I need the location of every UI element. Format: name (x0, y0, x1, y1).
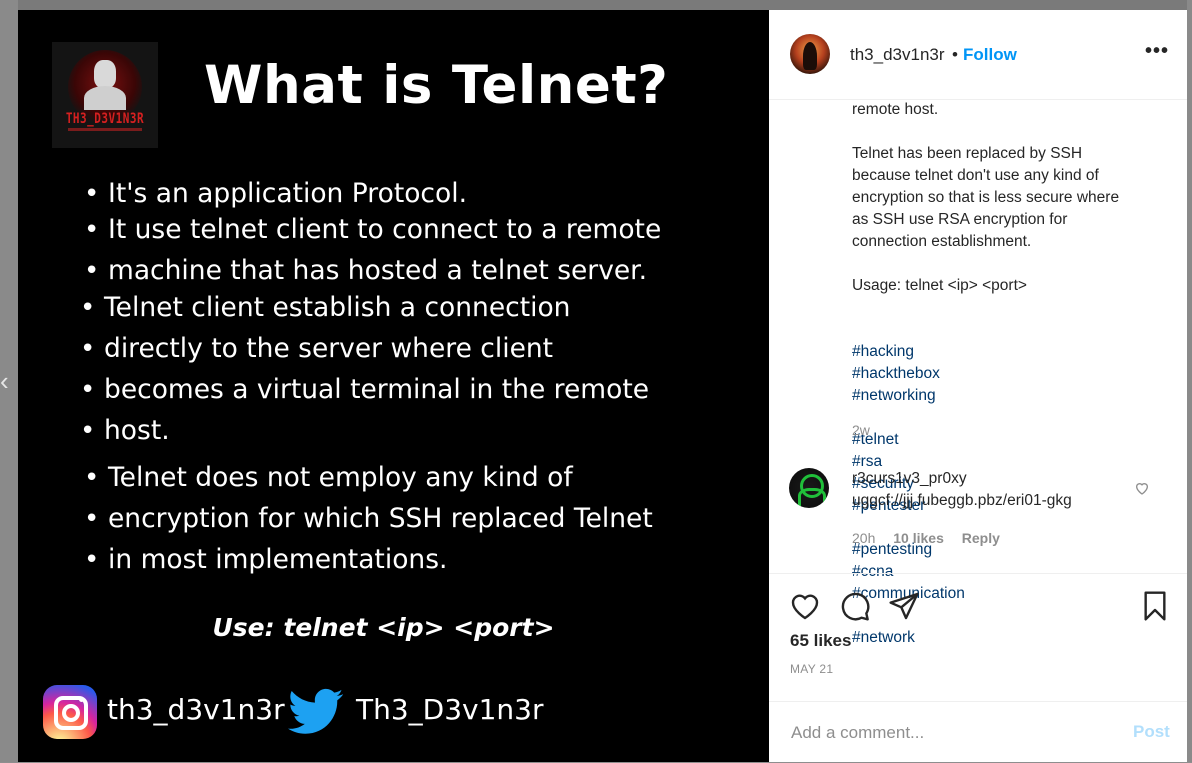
post-image: TH3_D3V1N3R What is Telnet? It's an appl… (18, 10, 769, 762)
caption-paragraph: Telnet has been replaced by SSH because … (852, 145, 1120, 250)
caption-age[interactable]: 2w (852, 422, 870, 438)
post-caption: remote host. Telnet has been replaced by… (852, 99, 1167, 649)
logo-underline (68, 128, 142, 131)
hashtag-link[interactable]: #network (852, 629, 915, 646)
twitter-handle: Th3_D3v1n3r (356, 693, 544, 726)
header-separator: • (952, 45, 958, 64)
bullet-item: becomes a virtual terminal in the remote (80, 373, 649, 407)
logo-hooded-head (94, 60, 116, 88)
comment-likes[interactable]: 10 likes (893, 530, 944, 546)
instagram-handle: th3_d3v1n3r (107, 693, 285, 726)
logo-text: TH3_D3V1N3R (65, 110, 145, 127)
bullet-item: machine that has hosted a telnet server. (84, 254, 647, 288)
share-paper-plane-icon[interactable] (888, 590, 920, 622)
save-bookmark-icon[interactable] (1139, 590, 1171, 622)
commenter-avatar[interactable] (789, 468, 829, 508)
more-options-icon[interactable]: ••• (1145, 40, 1169, 63)
twitter-bird-icon (288, 688, 344, 734)
caption-usage: Usage: telnet <ip> <port> (852, 277, 1027, 294)
bullet-item: in most implementations. (84, 543, 447, 577)
comment-age: 20h (852, 530, 876, 546)
hashtag-link[interactable]: #rsa (852, 453, 882, 470)
background-top-strip (0, 0, 1192, 10)
bullet-item: encryption for which SSH replaced Telnet (84, 502, 653, 536)
bullet-item: directly to the server where client (80, 332, 553, 366)
caption-line: remote host. (852, 101, 939, 118)
post-comment-button[interactable]: Post (1133, 722, 1170, 742)
bullet-item: It's an application Protocol. (84, 177, 467, 211)
post-header: th3_d3v1n3r • Follow ••• (769, 10, 1187, 100)
bullet-item: It use telnet client to connect to a rem… (84, 213, 661, 247)
comment-meta: 20h 10 likes Reply (852, 530, 1014, 546)
likes-count[interactable]: 65 likes (790, 631, 851, 651)
add-comment-input[interactable] (789, 718, 1113, 748)
comment-reply-button[interactable]: Reply (962, 530, 1000, 546)
hashtag-link[interactable]: #hackthebox (852, 365, 940, 382)
hashtag-link[interactable]: #hacking (852, 343, 914, 360)
like-heart-icon[interactable] (789, 590, 821, 622)
logo-hooded-body (84, 86, 126, 110)
bullet-item: Telnet does not employ any kind of (84, 461, 573, 495)
follow-button[interactable]: Follow (963, 45, 1017, 65)
post-date: MAY 21 (790, 662, 834, 676)
comment-text: uggcf://jjj.fubeggb.pbz/eri01-gkg (852, 492, 1072, 509)
add-comment-bar: Post (769, 701, 1187, 763)
comment-heart-icon[interactable] (1134, 480, 1150, 496)
previous-post-arrow-icon[interactable]: ‹ (0, 368, 9, 394)
bullet-item: Telnet client establish a connection (80, 291, 570, 325)
commenter-username[interactable]: r3curs1v3_pr0xy (852, 470, 967, 488)
comment-bubble-icon[interactable] (839, 590, 871, 622)
action-bar (769, 573, 1187, 621)
background-right-strip (1187, 0, 1192, 762)
usage-line: Use: telnet <ip> <port> (212, 613, 555, 642)
channel-logo: TH3_D3V1N3R (52, 42, 158, 148)
author-avatar[interactable] (790, 34, 830, 74)
instagram-icon (43, 685, 97, 739)
slide-title: What is Telnet? (204, 55, 669, 116)
bullet-item: host. (80, 414, 170, 448)
author-username[interactable]: th3_d3v1n3r (850, 45, 945, 65)
post-side-panel: th3_d3v1n3r • Follow ••• remote host. Te… (769, 10, 1187, 762)
hashtag-link[interactable]: #ccna (852, 563, 893, 580)
hashtag-link[interactable]: #networking (852, 387, 936, 404)
